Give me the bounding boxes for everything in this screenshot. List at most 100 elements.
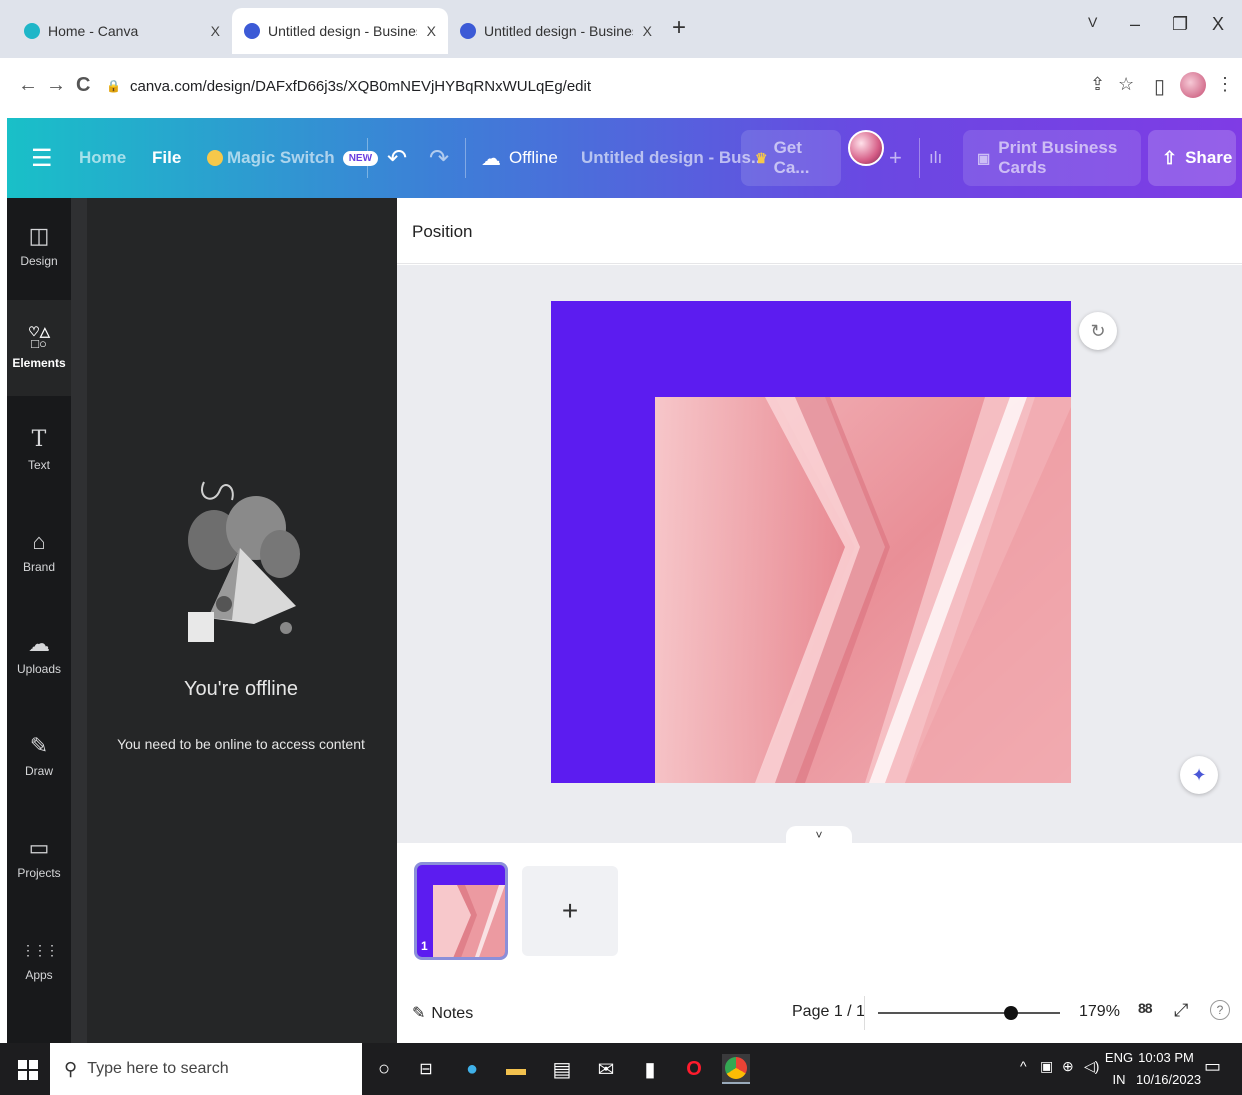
insights-icon[interactable]: ılı (929, 118, 942, 198)
magic-switch-button[interactable]: Magic Switch NEW (207, 118, 379, 198)
sidebar-item-brand[interactable]: ⌂ Brand (7, 504, 71, 600)
language-indicator[interactable]: ENG IN (1104, 1047, 1134, 1091)
panel-scrollbar[interactable] (71, 198, 87, 1043)
sidebar-item-uploads[interactable]: ☁ Uploads (7, 606, 71, 702)
file-menu-button[interactable]: File (152, 118, 181, 198)
magic-assistant-icon[interactable]: ✦ (1180, 756, 1218, 794)
sidebar-item-text[interactable]: T Text (7, 402, 71, 498)
sidebar-item-label: Brand (22, 560, 56, 574)
tab-business-card-active[interactable]: Untitled design - Business Card X (232, 8, 448, 54)
sidebar-item-label: Apps (25, 968, 53, 982)
expand-pages-button[interactable]: ˅ (786, 826, 852, 844)
tab-close-icon[interactable]: X (643, 23, 652, 39)
taskbar-search-box[interactable]: ⚲ Type here to search (50, 1043, 362, 1095)
network-icon[interactable]: ⊕ (1062, 1058, 1074, 1075)
reload-icon[interactable]: C (76, 74, 90, 97)
language-label: ENG (1104, 1050, 1134, 1065)
tab-close-icon[interactable]: X (211, 23, 220, 39)
main-menu-icon[interactable]: ☰ (31, 118, 53, 198)
home-button[interactable]: Home (79, 118, 126, 198)
show-hidden-icons-icon[interactable]: ^ (1020, 1058, 1027, 1074)
tab-close-icon[interactable]: X (427, 23, 436, 39)
page-thumbnail[interactable]: 1 (414, 862, 508, 960)
mail-icon[interactable]: ✉ (592, 1054, 620, 1084)
canva-favicon-icon (460, 23, 476, 39)
url-field[interactable]: 🔒 canva.com/design/DAFxfD66j3s/XQB0mNEVj… (106, 68, 1156, 104)
search-placeholder: Type here to search (87, 1060, 229, 1077)
tab-search-button[interactable]: V (1088, 14, 1097, 30)
grid-view-icon[interactable]: 88 (1138, 1000, 1153, 1016)
offline-description: You need to be online to access content (117, 736, 365, 752)
elements-icon: ♡△ □○ (28, 324, 50, 351)
store-icon[interactable]: ▤ (548, 1054, 576, 1084)
fullscreen-icon[interactable]: ⤢ (1174, 1000, 1188, 1021)
system-clock[interactable]: 10:03 PM 10/16/2023 (1136, 1047, 1201, 1091)
tab-business-card[interactable]: Untitled design - Business Card X (448, 8, 664, 54)
volume-icon[interactable]: ◁) (1084, 1058, 1099, 1075)
sidebar-item-elements[interactable]: ♡△ □○ Elements (7, 300, 71, 396)
clock-time: 10:03 PM (1138, 1050, 1194, 1065)
folder-icon: ▭ (28, 835, 50, 860)
sidebar-item-label: Uploads (16, 662, 62, 676)
document-app-icon[interactable]: ▮ (636, 1054, 664, 1084)
minimize-button[interactable]: – (1130, 14, 1140, 35)
new-badge: NEW (342, 150, 379, 166)
page-indicator[interactable]: Page 1 / 1 (792, 1003, 865, 1021)
notes-icon: ✎ (412, 1005, 426, 1022)
sidebar-item-draw[interactable]: ✎ Draw (7, 708, 71, 804)
cloud-off-icon: ☁ (481, 147, 501, 170)
share-label: Share (1185, 148, 1233, 167)
refresh-icon[interactable]: ↻ (1079, 312, 1117, 350)
side-panel-icon[interactable]: ▯ (1154, 74, 1165, 99)
task-view-icon[interactable]: ⊟ (412, 1054, 440, 1084)
redo-button[interactable]: ↷ (429, 118, 449, 198)
notes-button[interactable]: ✎ Notes (412, 1003, 473, 1023)
draw-pen-icon: ✎ (29, 733, 49, 758)
close-window-button[interactable]: X (1212, 14, 1224, 35)
sidebar-item-label: Text (27, 458, 50, 472)
notifications-icon[interactable]: ▭ (1204, 1056, 1221, 1077)
bookmark-star-icon[interactable]: ☆ (1118, 74, 1134, 95)
position-button[interactable]: Position (412, 222, 472, 242)
undo-button[interactable]: ↶ (387, 118, 407, 198)
add-page-button[interactable]: + (522, 866, 618, 956)
sidebar-item-design[interactable]: ◫ Design (7, 198, 71, 294)
back-icon[interactable]: ← (18, 74, 38, 97)
file-explorer-icon[interactable]: ▬ (502, 1054, 530, 1084)
cortana-icon[interactable]: ○ (370, 1054, 398, 1084)
user-avatar[interactable] (848, 130, 884, 166)
browser-menu-icon[interactable]: ⋮ (1216, 74, 1234, 95)
sidebar-item-projects[interactable]: ▭ Projects (7, 810, 71, 906)
zoom-slider[interactable] (878, 1012, 1060, 1014)
share-page-icon[interactable]: ⇪ (1090, 74, 1105, 95)
windows-start-icon[interactable] (18, 1060, 38, 1080)
canva-favicon-icon (24, 23, 40, 39)
zoom-slider-handle[interactable] (1004, 1006, 1018, 1020)
pink-abstract-image[interactable] (655, 397, 1071, 783)
sidebar-item-label: Design (20, 254, 58, 268)
restore-button[interactable]: ❐ (1172, 14, 1188, 35)
tab-home-canva[interactable]: Home - Canva X (12, 8, 232, 54)
chrome-browser-icon[interactable] (722, 1054, 750, 1084)
business-card-canvas[interactable] (551, 301, 1071, 783)
battery-icon[interactable]: ▣ (1040, 1058, 1053, 1075)
crown-icon (207, 150, 223, 166)
get-canva-pro-button[interactable]: ♛ Get Ca... (741, 130, 841, 186)
offline-heading: You're offline (184, 678, 298, 700)
help-icon[interactable]: ? (1210, 1000, 1230, 1020)
zoom-level[interactable]: 179% (1079, 1003, 1120, 1021)
sidebar-item-apps[interactable]: ⋮⋮⋮ Apps (7, 912, 71, 1008)
opera-browser-icon[interactable]: O (680, 1054, 708, 1084)
zoom-slider-fill (878, 1012, 1011, 1014)
profile-avatar[interactable] (1180, 72, 1206, 98)
document-title[interactable]: Untitled design - Bus... (581, 118, 765, 198)
add-people-button[interactable]: + (889, 118, 902, 198)
share-button[interactable]: ⇧ Share (1148, 130, 1236, 186)
sidebar-item-label: Elements (12, 356, 66, 370)
print-business-cards-button[interactable]: ▣ Print Business Cards (963, 130, 1141, 186)
search-icon: ⚲ (64, 1058, 78, 1079)
forward-icon[interactable]: → (46, 74, 66, 97)
context-toolbar (397, 198, 1242, 264)
new-tab-button[interactable]: + (672, 14, 686, 42)
edge-browser-icon[interactable]: ● (458, 1054, 486, 1084)
